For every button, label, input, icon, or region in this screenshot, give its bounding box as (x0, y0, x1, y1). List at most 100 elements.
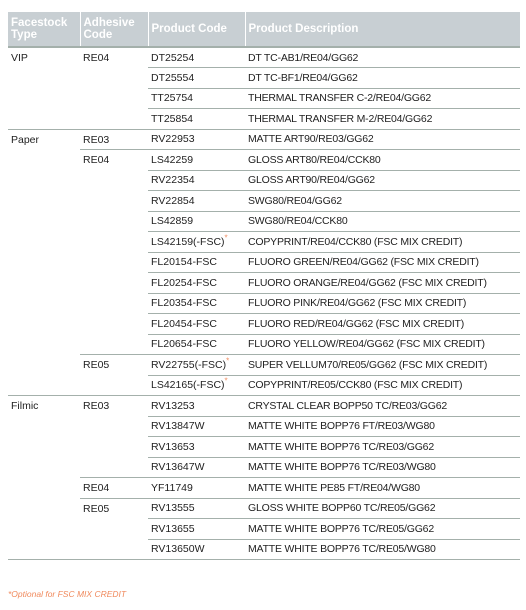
product-description-cell: DT TC-AB1/RE04/GG62 (245, 47, 520, 68)
product-code: RV13253 (151, 399, 195, 412)
product-description-cell: DT TC-BF1/RE04/GG62 (245, 67, 520, 89)
product-code: RV22953 (151, 133, 195, 146)
product-code-cell: FL20454-FSC (148, 313, 245, 335)
product-code-cell: RV22953 (148, 129, 245, 150)
facestock-type-cell: VIP (8, 47, 80, 130)
product-description-cell: FLUORO ORANGE/RE04/GG62 (FSC MIX CREDIT) (245, 272, 520, 294)
product-description-cell: FLUORO PINK/RE04/GG62 (FSC MIX CREDIT) (245, 293, 520, 314)
header-product-code: Product Code (147, 12, 245, 48)
product-code: LS42859 (151, 215, 194, 228)
product-code-cell: RV13650W (148, 539, 245, 560)
product-description-cell: SWG80/RE04/CCK80 (245, 211, 520, 232)
table-row: RE04 YF11749 MATTE WHITE PE85 FT/RE04/WG80 (8, 477, 520, 499)
product-code: FL20454-FSC (151, 317, 217, 330)
optional-fsc-marker: * (224, 233, 228, 243)
product-code: FL20354-FSC (151, 297, 217, 310)
product-code: RV13555 (151, 502, 195, 515)
product-code: FL20154-FSC (151, 256, 217, 269)
product-description-cell: MATTE WHITE BOPP76 TC/RE05/WG80 (245, 539, 520, 560)
product-code-cell: LS42859 (148, 211, 245, 232)
product-description-cell: GLOSS ART80/RE04/CCK80 (245, 149, 520, 171)
table-row: RE05 RV22755(-FSC)* SUPER VELLUM70/RE05/GG… (8, 354, 520, 396)
product-code: YF11749 (151, 481, 193, 494)
product-code-cell: DT25254 (148, 47, 245, 68)
product-code: RV22854 (151, 194, 195, 207)
product-description-cell: MATTE WHITE BOPP76 TC/RE03/GG62 (245, 436, 520, 458)
product-code-cell: RV22354 (148, 170, 245, 191)
adhesive-code-cell: RE05 (80, 498, 148, 560)
product-code: FL20254-FSC (151, 276, 217, 289)
adhesive-code-cell: RE03 (80, 129, 148, 150)
adhesive-code-cell: RE03 (80, 395, 148, 478)
product-code-cell: DT25554 (148, 67, 245, 89)
table-row: Filmic RE03 RV13253 CRYSTAL CLEAR BOPP50 TC… (8, 395, 520, 560)
table-header: Facestock Type Adhesive Code Product Cod… (8, 12, 520, 48)
product-description-cell: MATTE WHITE BOPP76 FT/RE03/WG80 (245, 416, 520, 437)
product-description-cell: FLUORO RED/RE04/GG62 (FSC MIX CREDIT) (245, 313, 520, 335)
product-code-cell: FL20654-FSC (148, 334, 245, 355)
product-code: RV13847W (151, 420, 205, 433)
product-code-cell: YF11749 (148, 477, 245, 499)
optional-fsc-marker: * (226, 356, 230, 366)
facestock-type-cell: Filmic (8, 395, 80, 560)
product-code-cell: TT25754 (148, 88, 245, 109)
product-code: RV13655 (151, 522, 195, 535)
product-code-cell: LS42165(-FSC)* (148, 375, 245, 396)
product-code-cell: FL20354-FSC (148, 293, 245, 314)
product-code: RV22354 (151, 174, 195, 187)
product-description-cell: MATTE ART90/RE03/GG62 (245, 129, 520, 150)
product-description-cell: SWG80/RE04/GG62 (245, 190, 520, 212)
optional-fsc-marker: * (224, 376, 228, 386)
product-code-cell: TT25854 (148, 108, 245, 130)
product-code: RV13653 (151, 440, 195, 453)
product-code: RV22755(-FSC) (151, 358, 227, 371)
product-table: Facestock Type Adhesive Code Product Cod… (8, 12, 520, 560)
product-code: DT25554 (151, 71, 195, 84)
product-code-cell: RV13847W (148, 416, 245, 437)
product-description-cell: COPYPRINT/RE04/CCK80 (FSC MIX CREDIT) (245, 231, 520, 253)
product-description-cell: CRYSTAL CLEAR BOPP50 TC/RE03/GG62 (245, 395, 520, 417)
product-code-cell: RV13555 (148, 498, 245, 519)
product-code-cell: RV22854 (148, 190, 245, 212)
product-code-cell: LS42159(-FSC)* (148, 231, 245, 253)
header-facestock-type: Facestock Type (8, 12, 80, 48)
adhesive-code-cell: RE04 (80, 149, 148, 355)
adhesive-code-cell: RE04 (80, 47, 148, 130)
header-adhesive-code: Adhesive Code (79, 12, 148, 48)
product-code-cell: FL20154-FSC (148, 252, 245, 273)
product-code: LS42259 (151, 153, 194, 166)
product-description-cell: MATTE WHITE BOPP76 TC/RE03/WG80 (245, 457, 520, 478)
facestock-type-cell: Paper (8, 129, 80, 396)
product-code: TT25854 (151, 112, 194, 125)
product-code: LS42159(-FSC) (151, 235, 225, 248)
product-description-cell: FLUORO YELLOW/RE04/GG62 (FSC MIX CREDIT) (245, 334, 520, 355)
product-description-cell: COPYPRINT/RE05/CCK80 (FSC MIX CREDIT) (245, 375, 520, 396)
product-code-cell: RV13647W (148, 457, 245, 478)
product-description-cell: GLOSS WHITE BOPP60 TC/RE05/GG62 (245, 498, 520, 519)
product-code-cell: RV22755(-FSC)* (148, 354, 245, 376)
header-product-description: Product Description (244, 12, 520, 48)
product-code: FL20654-FSC (151, 338, 217, 351)
product-code-cell: LS42259 (148, 149, 245, 171)
table-body: VIP RE04 DT25254 DT TC-AB1/RE04/GG62 DT25554… (8, 47, 520, 560)
product-code: RV13650W (151, 543, 205, 556)
product-description-cell: MATTE WHITE BOPP76 TC/RE05/GG62 (245, 518, 520, 540)
product-code-cell: RV13253 (148, 395, 245, 417)
product-code: TT25754 (151, 92, 194, 105)
product-description-cell: SUPER VELLUM70/RE05/GG62 (FSC MIX CREDIT… (245, 354, 520, 376)
table-row: RE04 LS42259 GLOSS ART80/RE04/CCK80 (8, 149, 520, 355)
product-code-cell: RV13655 (148, 518, 245, 540)
product-description-cell: FLUORO GREEN/RE04/GG62 (FSC MIX CREDIT) (245, 252, 520, 273)
adhesive-code-cell: RE05 (80, 354, 148, 396)
product-code-cell: FL20254-FSC (148, 272, 245, 294)
table-row: VIP RE04 DT25254 DT TC-AB1/RE04/GG62 (8, 47, 520, 130)
table-row: Paper RE03 RV22953 MATTE ART90/RE03/GG62 (8, 129, 520, 396)
product-code: LS42165(-FSC) (151, 379, 225, 392)
product-description-cell: THERMAL TRANSFER M-2/RE04/GG62 (245, 108, 520, 130)
product-description-cell: GLOSS ART90/RE04/GG62 (245, 170, 520, 191)
product-code: DT25254 (151, 51, 195, 64)
product-description-cell: MATTE WHITE PE85 FT/RE04/WG80 (245, 477, 520, 499)
adhesive-code-cell: RE04 (80, 477, 148, 499)
footnote: *Optional for FSC MIX CREDIT (8, 589, 127, 599)
product-code: RV13647W (151, 461, 205, 474)
